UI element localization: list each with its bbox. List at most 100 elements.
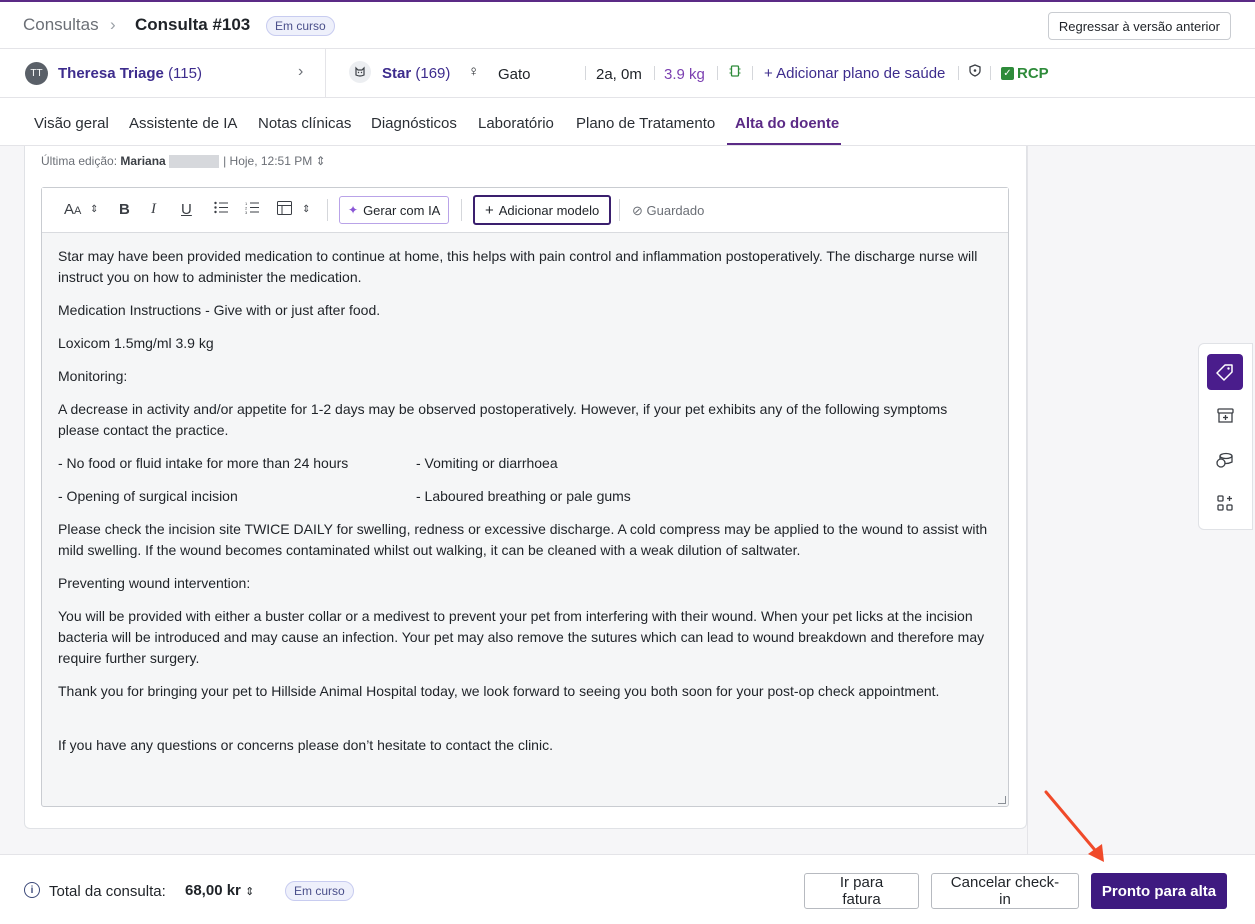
redacted-surname [169, 155, 220, 169]
divider [585, 66, 586, 80]
total-value[interactable]: 68,00 kr ⇕ [185, 882, 254, 899]
breadcrumb-consultas[interactable]: Consultas [23, 15, 99, 35]
add-template-label: Adicionar modelo [498, 202, 600, 218]
widgets-icon[interactable] [1207, 485, 1243, 521]
italic-icon[interactable]: I [151, 201, 156, 218]
symptom-item: - Vomiting or diarrhoea [416, 455, 558, 471]
tab-ai-assistant[interactable]: Assistente de IA [129, 115, 237, 132]
revert-version-button[interactable]: Regressar à versão anterior [1047, 12, 1231, 40]
annotation-arrow-icon [1044, 790, 1104, 862]
ready-for-discharge-button[interactable]: Pronto para alta [1091, 873, 1227, 909]
saved-status: ⊘ Guardado [632, 203, 704, 219]
paragraph: Preventing wound intervention: [58, 575, 251, 591]
chevron-updown-icon[interactable]: ⇕ [302, 204, 310, 215]
coins-icon[interactable] [1207, 442, 1243, 478]
active-tab-indicator [727, 143, 841, 145]
paragraph: Please check the incision site TWICE DAI… [58, 521, 988, 558]
total-label: Total da consulta: [49, 883, 166, 900]
paragraph: Loxicom 1.5mg/ml 3.9 kg [58, 335, 214, 351]
divider [461, 199, 462, 221]
paragraph: You will be provided with either a buste… [58, 608, 985, 666]
bold-icon[interactable]: B [119, 201, 130, 218]
editor-toolbar: AA ⇕ B I U 123 ⇕ ✦ Gerar com IA + Adicio… [42, 188, 1008, 233]
saved-label: Guardado [646, 203, 705, 218]
symptom-row: - No food or fluid intake for more than … [58, 453, 988, 474]
info-icon[interactable]: i [24, 882, 40, 898]
divider [752, 66, 753, 80]
paragraph: Thank you for bringing your pet to Hills… [58, 683, 940, 699]
rcp-label[interactable]: RCP [1017, 65, 1049, 82]
top-bar: Consultas › Consulta #103 Em curso Regre… [0, 0, 1255, 49]
archive-icon[interactable] [1207, 398, 1243, 434]
tab-clinical-notes[interactable]: Notas clínicas [258, 115, 351, 132]
divider [327, 199, 328, 221]
owner-count: (115) [168, 65, 202, 82]
female-icon: ♀ [468, 63, 480, 80]
check-icon: ✓ [1001, 67, 1014, 80]
plus-icon: + [485, 201, 494, 219]
tab-diagnoses[interactable]: Diagnósticos [371, 115, 457, 132]
symptom-item: - Opening of surgical incision [58, 488, 238, 504]
divider [717, 66, 718, 80]
sparkle-icon: ✦ [348, 203, 359, 217]
last-edit-info: Última edição: Mariana | Hoje, 12:51 PM … [41, 154, 326, 169]
add-template-button[interactable]: + Adicionar modelo [473, 195, 612, 225]
shield-icon[interactable] [969, 64, 981, 80]
tab-treatment-plan[interactable]: Plano de Tratamento [576, 115, 715, 132]
chevron-updown-icon[interactable]: ⇕ [90, 204, 98, 215]
document-body[interactable]: Star may have been provided medication t… [58, 246, 988, 768]
owner-avatar: TT [25, 62, 48, 85]
symptom-row: - Opening of surgical incision - Laboured… [58, 486, 988, 507]
chevron-updown-icon: ⇕ [245, 886, 255, 898]
tab-laboratory[interactable]: Laboratório [478, 115, 554, 132]
last-edit-time: | Hoje, 12:51 PM [223, 154, 313, 168]
bullet-list-icon[interactable] [214, 201, 229, 218]
page-title: Consulta #103 [135, 15, 251, 34]
generate-ai-label: Gerar com IA [363, 202, 441, 218]
paragraph: Medication Instructions - Give with or j… [58, 302, 381, 318]
divider [654, 66, 655, 80]
table-icon[interactable] [277, 201, 292, 219]
symptom-item: - No food or fluid intake for more than … [58, 455, 349, 471]
tab-discharge[interactable]: Alta do doente [735, 115, 839, 132]
underline-icon[interactable]: U [181, 201, 192, 218]
pet-species: Gato [498, 66, 531, 83]
numbered-list-icon[interactable]: 123 [245, 201, 260, 218]
cancel-checkin-button[interactable]: Cancelar check-in [931, 873, 1079, 909]
paragraph: A decrease in activity and/or appetite f… [58, 401, 948, 438]
pet-weight[interactable]: 3.9 kg [664, 66, 705, 83]
paragraph: Star may have been provided medication t… [58, 248, 978, 285]
side-toolbar [1198, 343, 1253, 530]
paragraph: If you have any questions or concerns pl… [58, 737, 553, 753]
paragraph: Monitoring: [58, 368, 128, 384]
chevron-right-icon[interactable]: › [298, 63, 303, 81]
check-circle-icon: ⊘ [632, 203, 643, 218]
symptom-item: - Laboured breathing or pale gums [416, 488, 631, 504]
last-edit-user: Mariana [120, 154, 166, 168]
owner-name: Theresa Triage [58, 65, 164, 82]
status-badge: Em curso [266, 16, 335, 36]
pet-count: (169) [415, 65, 451, 82]
resize-handle[interactable] [998, 796, 1006, 804]
pet-link[interactable]: Star (169) [382, 65, 450, 82]
tab-bar: Visão geral Assistente de IA Notas clíni… [0, 98, 1255, 146]
pet-name: Star [382, 65, 412, 82]
last-edit-label: Última edição: [41, 154, 118, 168]
pet-age: 2a, 0m [596, 66, 642, 83]
owner-link[interactable]: Theresa Triage (115) [58, 65, 202, 82]
divider [990, 66, 991, 80]
generate-ai-button[interactable]: ✦ Gerar com IA [339, 196, 450, 224]
patient-bar: TT Theresa Triage (115) › Star (169) ♀ G… [0, 49, 1255, 98]
breadcrumb-chevron-icon: › [110, 15, 116, 34]
total-amount: 68,00 kr [185, 882, 241, 899]
divider [619, 199, 620, 221]
font-size-icon[interactable]: AA [64, 201, 81, 218]
add-health-plan-link[interactable]: + Adicionar plano de saúde [764, 65, 945, 82]
tag-icon[interactable] [1207, 354, 1243, 390]
sort-icon[interactable]: ⇕ [316, 154, 326, 168]
go-to-invoice-button[interactable]: Ir para fatura [804, 873, 919, 909]
divider [958, 66, 959, 80]
microchip-icon[interactable] [729, 64, 741, 81]
discharge-editor[interactable]: AA ⇕ B I U 123 ⇕ ✦ Gerar com IA + Adicio… [41, 187, 1009, 807]
tab-overview[interactable]: Visão geral [34, 115, 109, 132]
